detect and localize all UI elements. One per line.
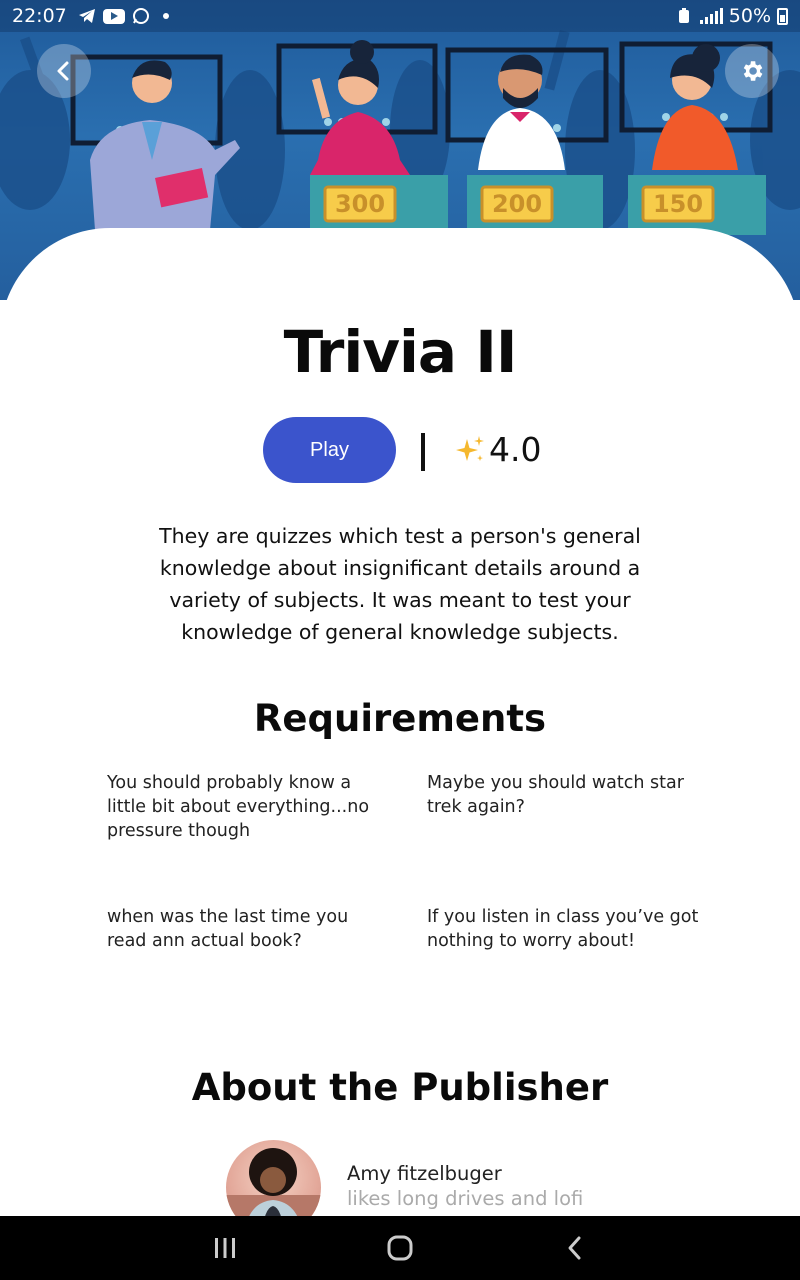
recent-apps-button[interactable] bbox=[195, 1230, 255, 1266]
back-icon bbox=[568, 1236, 581, 1260]
notification-dot bbox=[162, 13, 169, 19]
chevron-left-icon bbox=[57, 61, 69, 81]
home-button[interactable] bbox=[370, 1230, 430, 1266]
sparkles-icon bbox=[456, 435, 484, 461]
battery-percent: 50% bbox=[728, 5, 771, 27]
podium-score-2: 200 bbox=[492, 190, 542, 218]
game-description: They are quizzes which test a person's g… bbox=[159, 524, 641, 644]
publisher-bio: likes long drives and lofi bbox=[347, 1187, 584, 1210]
requirement-item: when was the last time you read ann actu… bbox=[107, 907, 349, 951]
publisher-heading: About the Publisher bbox=[191, 1066, 609, 1109]
gear-icon bbox=[743, 61, 763, 81]
play-button[interactable]: Play bbox=[263, 417, 396, 483]
settings-button[interactable] bbox=[725, 44, 779, 98]
signal-icon bbox=[699, 8, 723, 24]
status-bar: 22:07 50% bbox=[0, 0, 800, 32]
requirement-item: If you listen in class you’ve got nothin… bbox=[427, 907, 699, 951]
requirement-item: You should probably know a little bit ab… bbox=[107, 773, 370, 841]
system-nav-bar bbox=[0, 1216, 800, 1280]
requirement-item: Maybe you should watch star trek again? bbox=[427, 773, 684, 817]
requirements-heading: Requirements bbox=[253, 697, 547, 740]
home-icon bbox=[387, 1235, 413, 1261]
divider bbox=[421, 433, 425, 471]
rating-value: 4.0 bbox=[489, 430, 542, 469]
game-title: Trivia II bbox=[283, 318, 518, 386]
publisher-name: Amy fitzelbuger bbox=[347, 1162, 502, 1185]
telegram-icon bbox=[77, 8, 97, 24]
status-time: 22:07 bbox=[12, 5, 67, 27]
whatsapp-icon bbox=[131, 8, 151, 24]
back-button[interactable] bbox=[37, 44, 91, 98]
podium-score-1: 300 bbox=[335, 190, 385, 218]
podium-score-3: 150 bbox=[653, 190, 703, 218]
battery-saver-icon bbox=[674, 8, 694, 24]
youtube-icon bbox=[102, 8, 125, 24]
rating: 4.0 bbox=[453, 430, 541, 469]
recent-apps-icon bbox=[215, 1238, 235, 1258]
nav-back-button[interactable] bbox=[545, 1230, 605, 1266]
battery-icon bbox=[777, 7, 788, 25]
